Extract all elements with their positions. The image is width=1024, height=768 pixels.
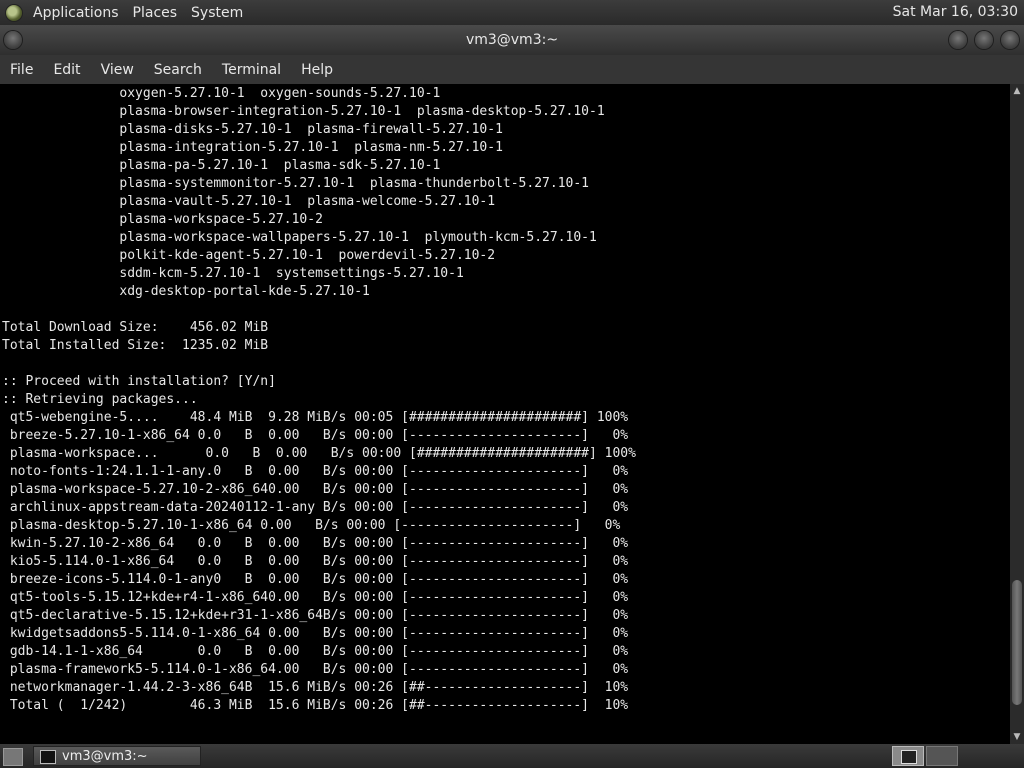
terminal-line: plasma-workspace-5.27.10-2 bbox=[119, 212, 323, 227]
applications-menu[interactable]: Applications bbox=[26, 5, 126, 21]
window-menu-button[interactable] bbox=[4, 31, 22, 49]
taskbar-window-label: vm3@vm3:~ bbox=[62, 749, 148, 764]
terminal-line: plasma-workspace... 0.0 B 0.00 B/s 00:00… bbox=[9, 446, 636, 461]
clock[interactable]: Sat Mar 16, 03:30 bbox=[893, 0, 1018, 25]
terminal-line: :: Proceed with installation? [Y/n] bbox=[2, 374, 276, 389]
terminal-line: qt5-tools-5.15.12+kde+r4-1-x86_640.00 B/… bbox=[9, 590, 629, 605]
places-menu[interactable]: Places bbox=[126, 5, 185, 21]
scroll-down-arrow-icon[interactable]: ▼ bbox=[1010, 730, 1024, 744]
terminal-line: networkmanager-1.44.2-3-x86_64B 15.6 MiB… bbox=[9, 680, 629, 695]
terminal-line: kwidgetsaddons5-5.114.0-1-x86_64 0.00 B/… bbox=[9, 626, 629, 641]
menu-file[interactable]: File bbox=[0, 62, 43, 78]
terminal-line: kio5-5.114.0-1-x86_64 0.0 B 0.00 B/s 00:… bbox=[9, 554, 629, 569]
terminal-line: kwin-5.27.10-2-x86_64 0.0 B 0.00 B/s 00:… bbox=[9, 536, 629, 551]
terminal-line: qt5-webengine-5.... 48.4 MiB 9.28 MiB/s … bbox=[9, 410, 629, 425]
terminal-line: plasma-integration-5.27.10-1 plasma-nm-5… bbox=[119, 140, 503, 155]
taskbar-window-button[interactable]: vm3@vm3:~ bbox=[33, 746, 201, 766]
terminal-line: :: Retrieving packages... bbox=[2, 392, 198, 407]
terminal-line: xdg-desktop-portal-kde-5.27.10-1 bbox=[119, 284, 370, 299]
workspace-window-thumbnail bbox=[901, 750, 917, 764]
menu-search[interactable]: Search bbox=[144, 62, 212, 78]
maximize-button[interactable] bbox=[975, 31, 993, 49]
window-title: vm3@vm3:~ bbox=[465, 32, 559, 48]
terminal-line: gdb-14.1-1-x86_64 0.0 B 0.00 B/s 00:00 [… bbox=[9, 644, 629, 659]
system-menu[interactable]: System bbox=[184, 5, 250, 21]
terminal-line: plasma-vault-5.27.10-1 plasma-welcome-5.… bbox=[119, 194, 496, 209]
terminal-output[interactable]: oxygen-5.27.10-1 oxygen-sounds-5.27.10-1… bbox=[0, 84, 1010, 744]
minimize-button[interactable] bbox=[949, 31, 967, 49]
show-desktop-icon[interactable] bbox=[3, 748, 23, 766]
terminal-line: Total Installed Size: 1235.02 MiB bbox=[2, 338, 269, 353]
terminal-line: polkit-kde-agent-5.27.10-1 powerdevil-5.… bbox=[119, 248, 496, 263]
terminal-line: Total ( 1/242) 46.3 MiB 15.6 MiB/s 00:26… bbox=[9, 698, 629, 713]
terminal-line: breeze-5.27.10-1-x86_64 0.0 B 0.00 B/s 0… bbox=[9, 428, 629, 443]
terminal-line: plasma-workspace-wallpapers-5.27.10-1 pl… bbox=[119, 230, 597, 245]
terminal-line: breeze-icons-5.114.0-1-any0 B 0.00 B/s 0… bbox=[9, 572, 629, 587]
close-button[interactable] bbox=[1001, 31, 1019, 49]
window-titlebar[interactable]: vm3@vm3:~ bbox=[0, 25, 1024, 55]
workspace-switcher-1[interactable] bbox=[892, 746, 924, 766]
terminal-line: Total Download Size: 456.02 MiB bbox=[2, 320, 269, 335]
terminal-text: oxygen-5.27.10-1 oxygen-sounds-5.27.10-1… bbox=[0, 84, 1010, 715]
scrollbar-thumb[interactable] bbox=[1012, 579, 1022, 705]
terminal-line: plasma-disks-5.27.10-1 plasma-firewall-5… bbox=[119, 122, 503, 137]
distro-logo-icon[interactable] bbox=[6, 4, 22, 21]
terminal-icon bbox=[40, 750, 56, 764]
menu-help[interactable]: Help bbox=[291, 62, 343, 78]
terminal-line: plasma-browser-integration-5.27.10-1 pla… bbox=[119, 104, 605, 119]
terminal-line: archlinux-appstream-data-20240112-1-any … bbox=[9, 500, 629, 515]
menu-view[interactable]: View bbox=[91, 62, 144, 78]
bottom-taskbar: vm3@vm3:~ bbox=[0, 744, 1024, 768]
terminal-scrollbar[interactable]: ▲ ▼ bbox=[1010, 84, 1024, 744]
terminal-line: plasma-desktop-5.27.10-1-x86_64 0.00 B/s… bbox=[9, 518, 621, 533]
terminal-line: oxygen-5.27.10-1 oxygen-sounds-5.27.10-1 bbox=[119, 86, 441, 101]
terminal-line: plasma-pa-5.27.10-1 plasma-sdk-5.27.10-1 bbox=[119, 158, 441, 173]
terminal-line: noto-fonts-1:24.1.1-1-any.0 B 0.00 B/s 0… bbox=[9, 464, 629, 479]
menu-terminal[interactable]: Terminal bbox=[212, 62, 291, 78]
terminal-line: plasma-systemmonitor-5.27.10-1 plasma-th… bbox=[119, 176, 589, 191]
menu-edit[interactable]: Edit bbox=[43, 62, 90, 78]
terminal-line: plasma-workspace-5.27.10-2-x86_640.00 B/… bbox=[9, 482, 629, 497]
terminal-line: plasma-framework5-5.114.0-1-x86_64.00 B/… bbox=[9, 662, 629, 677]
menubar: File Edit View Search Terminal Help bbox=[0, 55, 1024, 84]
scroll-up-arrow-icon[interactable]: ▲ bbox=[1010, 84, 1024, 98]
workspace-switcher-2[interactable] bbox=[926, 746, 958, 766]
top-panel: Applications Places System Sat Mar 16, 0… bbox=[0, 0, 1024, 25]
terminal-line: qt5-declarative-5.15.12+kde+r31-1-x86_64… bbox=[9, 608, 629, 623]
terminal-line: sddm-kcm-5.27.10-1 systemsettings-5.27.1… bbox=[119, 266, 464, 281]
